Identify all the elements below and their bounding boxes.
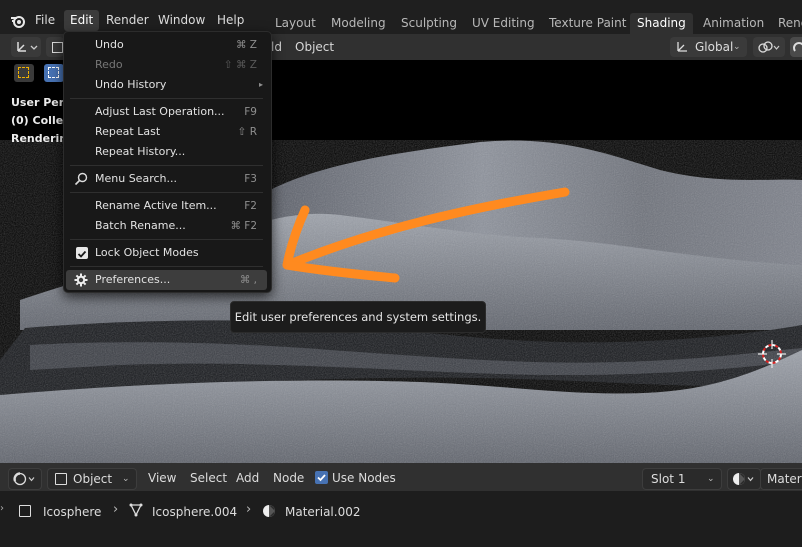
material-name-label: Materia <box>767 472 802 486</box>
menu-item-repeat-last[interactable]: Repeat Last ⇧ R <box>64 122 269 142</box>
menu-edit[interactable]: Edit <box>64 10 100 31</box>
breadcrumb-bar <box>0 491 802 547</box>
material-sphere-icon <box>733 473 754 485</box>
shader-type-label: Object <box>73 472 113 486</box>
node-editor-icon <box>13 472 35 486</box>
object-square-icon <box>55 473 67 485</box>
menu-item-redo[interactable]: Redo ⇧ ⌘ Z <box>64 55 269 75</box>
select-mode-button[interactable] <box>44 64 64 82</box>
checkmark-icon <box>317 474 326 482</box>
header-menu-add-partial[interactable]: ld <box>271 37 282 57</box>
tab-modeling[interactable]: Modeling <box>324 13 393 34</box>
preferences-tooltip: Edit user preferences and system setting… <box>230 301 486 333</box>
menu-item-rename-active-item[interactable]: Rename Active Item... F2 <box>64 196 269 216</box>
menu-select[interactable]: Select <box>190 470 227 486</box>
tab-texture-paint[interactable]: Texture Paint <box>542 13 633 34</box>
menu-help[interactable]: Help <box>211 10 250 31</box>
menu-node[interactable]: Node <box>273 470 304 486</box>
tab-layout[interactable]: Layout <box>268 13 323 34</box>
cube-icon <box>52 42 63 53</box>
submenu-arrow-icon: ▸ <box>258 80 263 89</box>
search-icon <box>74 172 88 186</box>
header-menu-object[interactable]: Object <box>295 37 334 57</box>
material-slot-dropdown[interactable]: Slot 1 ⌄ <box>642 468 722 490</box>
tab-uv-editing[interactable]: UV Editing <box>465 13 542 34</box>
axis-icon <box>17 42 38 52</box>
select-box-tool[interactable] <box>14 64 34 82</box>
use-nodes-label[interactable]: Use Nodes <box>332 470 396 486</box>
pivot-icon <box>758 41 780 53</box>
menu-separator <box>70 239 263 240</box>
lock-object-modes-checkbox[interactable] <box>76 247 88 259</box>
breadcrumb-material[interactable]: Material.002 <box>285 504 360 520</box>
menu-item-undo[interactable]: Undo ⌘ Z <box>64 35 269 55</box>
edit-menu-dropdown: Undo ⌘ Z Redo ⇧ ⌘ Z Undo History ▸ Adjus… <box>63 31 272 293</box>
breadcrumb-object[interactable]: Icosphere <box>43 504 101 520</box>
menu-separator <box>70 192 263 193</box>
menu-item-menu-search[interactable]: Menu Search... F3 <box>64 169 269 189</box>
menu-item-batch-rename[interactable]: Batch Rename... ⌘ F2 <box>64 216 269 236</box>
menu-add[interactable]: Add <box>236 470 259 486</box>
material-name-field[interactable]: Materia <box>760 468 802 490</box>
node-editor-type-selector[interactable] <box>8 468 42 490</box>
menu-separator <box>70 98 263 99</box>
menu-file[interactable]: File <box>29 10 61 31</box>
chevron-right-icon: › <box>113 502 119 517</box>
breadcrumb-mesh[interactable]: Icosphere.004 <box>152 504 237 520</box>
menu-separator <box>70 165 263 166</box>
pivot-point-dropdown[interactable] <box>753 37 785 57</box>
object-square-icon <box>19 505 31 517</box>
menu-window[interactable]: Window <box>152 10 211 31</box>
tab-sculpting[interactable]: Sculpting <box>394 13 464 34</box>
gear-icon <box>74 273 88 287</box>
menu-item-repeat-history[interactable]: Repeat History... <box>64 142 269 162</box>
chevron-down-icon: ⌄ <box>122 474 130 484</box>
slot-label: Slot 1 <box>651 472 686 486</box>
blender-logo-icon[interactable] <box>10 13 26 29</box>
mode-selector[interactable] <box>46 37 64 57</box>
orientation-icon <box>677 42 687 52</box>
orientation-label: Global <box>695 40 734 54</box>
mesh-icon <box>129 503 143 517</box>
tab-shading[interactable]: Shading <box>630 13 693 34</box>
transform-orientation-dropdown[interactable]: Global ⌄ <box>670 37 747 57</box>
chevron-down-icon: ⌄ <box>733 42 741 52</box>
menu-item-preferences[interactable]: Preferences... ⌘ , <box>66 270 267 290</box>
menu-item-undo-history[interactable]: Undo History ▸ <box>64 75 269 95</box>
select-box-icon <box>18 67 29 78</box>
use-nodes-checkbox[interactable] <box>315 471 328 484</box>
editor-type-selector[interactable] <box>11 37 41 57</box>
tab-animation[interactable]: Animation <box>696 13 771 34</box>
snap-toggle[interactable] <box>790 37 802 57</box>
checkmark-icon <box>77 250 87 258</box>
menu-item-lock-object-modes[interactable]: Lock Object Modes <box>64 243 269 263</box>
menu-separator <box>70 266 263 267</box>
select-rect-icon <box>48 67 59 78</box>
shader-type-dropdown[interactable]: Object ⌄ <box>47 468 137 490</box>
chevron-down-icon: ⌄ <box>707 474 715 484</box>
menu-render[interactable]: Render <box>100 10 155 31</box>
material-sphere-icon <box>263 505 275 517</box>
menu-view[interactable]: View <box>148 470 176 486</box>
tab-rendering[interactable]: Rend <box>771 13 802 34</box>
chevron-right-icon: › <box>246 502 252 517</box>
snap-icon <box>793 42 802 52</box>
material-browse-button[interactable] <box>727 468 761 490</box>
menu-item-adjust-last-operation[interactable]: Adjust Last Operation... F9 <box>64 102 269 122</box>
breadcrumb-expand-icon[interactable]: › <box>0 503 4 514</box>
